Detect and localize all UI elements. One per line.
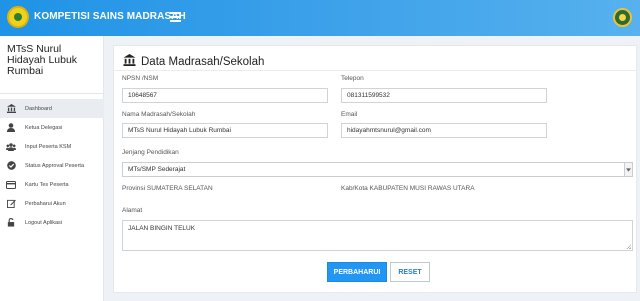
phone-label: Telepon xyxy=(341,75,364,82)
sidebar-divider xyxy=(0,93,104,94)
top-bar: KOMPETISI SAINS MADRASAH xyxy=(0,0,640,36)
user-avatar-icon[interactable] xyxy=(613,8,632,27)
sidebar-item-perbaharui-akun[interactable]: Perbaharui Akun xyxy=(0,194,104,213)
npsn-label: NPSN /NSM xyxy=(122,75,159,82)
address-value: JALAN BINGIN TELUK xyxy=(128,225,196,232)
npsn-field[interactable]: 10648567 xyxy=(122,88,328,103)
chevron-down-icon xyxy=(624,163,632,176)
sidebar-item-ketua-delegasi[interactable]: Ketua Delegasi xyxy=(0,118,104,137)
panel-title: Data Madrasah/Sekolah xyxy=(123,54,264,69)
sidebar-item-dashboard[interactable]: Dashboard xyxy=(0,99,104,118)
unlock-icon xyxy=(6,218,16,228)
sidebar-item-label: Status Approval Peserta xyxy=(25,162,85,169)
sidebar-item-label: Dashboard xyxy=(25,105,52,112)
address-textarea[interactable]: JALAN BINGIN TELUK xyxy=(122,220,633,251)
edit-icon xyxy=(6,199,16,209)
school-name-label: Nama Madrasah/Sekolah xyxy=(122,111,196,118)
panel-divider xyxy=(114,70,636,71)
app-title: KOMPETISI SAINS MADRASAH xyxy=(34,11,186,22)
phone-field[interactable]: 081311599532 xyxy=(341,88,547,103)
address-label: Alamat xyxy=(122,207,143,214)
email-label: Email xyxy=(341,111,358,118)
resize-handle-icon[interactable] xyxy=(626,244,631,249)
madrasah-logo-icon xyxy=(7,6,29,28)
school-data-panel: Data Madrasah/Sekolah NPSN /NSM 10648567… xyxy=(113,45,637,293)
hamburger-icon[interactable] xyxy=(170,12,181,22)
education-level-value: MTs/SMP Sederajat xyxy=(128,166,186,173)
sidebar-item-input-peserta[interactable]: Input Peserta KSM xyxy=(0,137,104,156)
sidebar-item-label: Perbaharui Akun xyxy=(25,200,66,207)
regency-text: Kab/Kota KABUPATEN MUSI RAWAS UTARA xyxy=(341,185,475,192)
sidebar-item-label: Logout Aplikasi xyxy=(25,219,62,226)
sidebar: MTsS Nurul Hidayah Lubuk Rumbai Dashboar… xyxy=(0,36,104,301)
sidebar-item-kartu-tes[interactable]: Kartu Tes Peserta xyxy=(0,175,104,194)
bank-icon xyxy=(123,54,136,69)
sidebar-menu: Dashboard Ketua Delegasi Input Peserta K… xyxy=(0,99,104,232)
email-field[interactable]: hidayahmtsnurul@gmail.com xyxy=(341,123,547,138)
check-circle-icon xyxy=(6,161,16,171)
education-level-label: Jenjang Pendidikan xyxy=(122,149,179,156)
sidebar-item-logout[interactable]: Logout Aplikasi xyxy=(0,213,104,232)
sidebar-item-label: Ketua Delegasi xyxy=(25,124,63,131)
user-icon xyxy=(6,123,16,133)
bank-icon xyxy=(6,104,16,114)
update-button[interactable]: PERBAHARUI xyxy=(327,262,387,282)
sidebar-item-label: Kartu Tes Peserta xyxy=(25,181,69,188)
reset-button[interactable]: RESET xyxy=(390,262,430,282)
credit-card-icon xyxy=(6,180,16,190)
sidebar-item-status-approval[interactable]: Status Approval Peserta xyxy=(0,156,104,175)
sidebar-item-label: Input Peserta KSM xyxy=(25,143,72,150)
school-name-field[interactable]: MTsS Nurul Hidayah Lubuk Rumbai xyxy=(122,123,328,138)
school-name: MTsS Nurul Hidayah Lubuk Rumbai xyxy=(7,43,78,77)
users-icon xyxy=(6,142,16,152)
province-text: Provinsi SUMATERA SELATAN xyxy=(122,185,213,192)
education-level-select[interactable]: MTs/SMP Sederajat xyxy=(122,162,633,177)
panel-title-text: Data Madrasah/Sekolah xyxy=(141,55,265,68)
